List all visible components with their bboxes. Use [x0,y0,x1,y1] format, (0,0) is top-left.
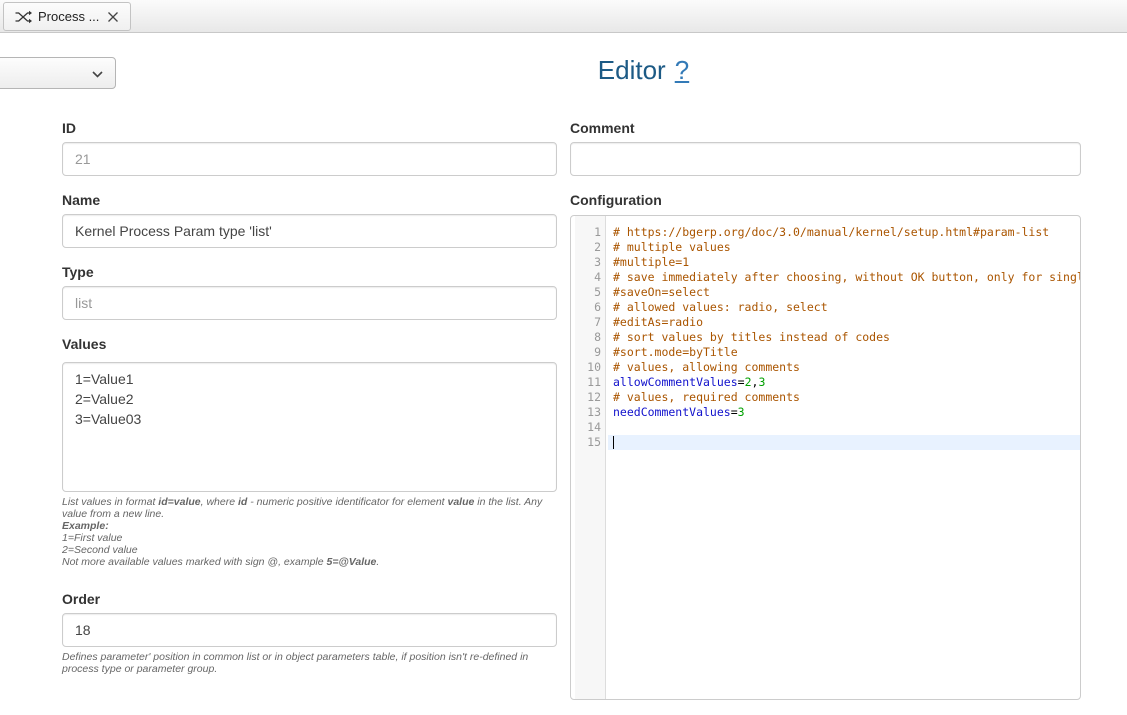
page-title: Editor? [160,54,1127,86]
values-help-text: List values in format id=value, where id… [62,496,557,568]
form-left-column: ID Name Type Values 1=Value1 2=Value2 3=… [62,119,557,690]
configuration-code-editor[interactable]: 123456789101112131415 # https://bgerp.or… [570,215,1081,700]
form-right-column: Comment Configuration 123456789101112131… [570,119,1081,715]
name-label: Name [62,191,557,209]
comment-input[interactable] [570,142,1081,176]
configuration-field-group: Configuration 123456789101112131415 # ht… [570,191,1081,700]
id-label: ID [62,119,557,137]
configuration-label: Configuration [570,191,1081,209]
code-gutter: 123456789101112131415 [575,216,606,699]
close-icon [107,11,119,23]
tab-process[interactable]: Process ... [3,2,131,31]
param-type-select[interactable] [0,57,116,89]
type-label: Type [62,263,557,281]
shuffle-icon [15,10,32,24]
name-input[interactable] [62,214,557,248]
tab-bar: Process ... [0,0,1127,33]
id-input[interactable] [62,142,557,176]
values-field-group: Values 1=Value1 2=Value2 3=Value03 List … [62,335,557,568]
order-input[interactable] [62,613,557,647]
order-help-text: Defines parameter' position in common li… [62,651,557,675]
id-field-group: ID [62,119,557,176]
order-field-group: Order Defines parameter' position in com… [62,590,557,675]
values-textarea[interactable]: 1=Value1 2=Value2 3=Value03 [62,362,557,492]
comment-label: Comment [570,119,1081,137]
help-link[interactable]: ? [675,55,689,85]
tab-close-button[interactable] [107,11,119,23]
comment-field-group: Comment [570,119,1081,176]
tab-label: Process ... [38,9,99,24]
chevron-down-icon [92,71,103,78]
name-field-group: Name [62,191,557,248]
code-lines: # https://bgerp.org/doc/3.0/manual/kerne… [608,216,1080,450]
page-title-text: Editor [598,55,666,85]
type-field-group: Type [62,263,557,320]
values-label: Values [62,335,557,353]
type-input[interactable] [62,286,557,320]
order-label: Order [62,590,557,608]
